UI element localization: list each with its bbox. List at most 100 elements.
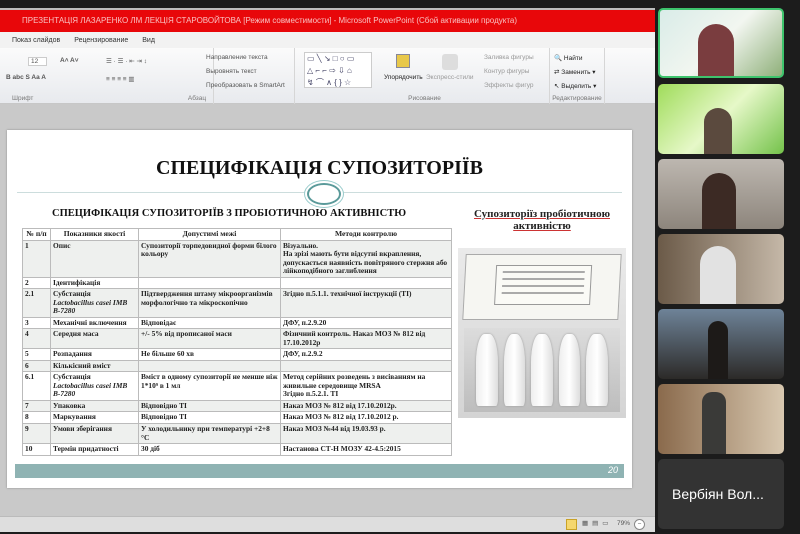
participant-video-4[interactable] bbox=[658, 234, 784, 304]
row-limits bbox=[138, 359, 281, 373]
row-number-text: 9 bbox=[25, 424, 29, 433]
table-row: 10 Термін придатності 30 діб Настанова СТ-Н… bbox=[22, 443, 452, 456]
align-icons[interactable]: ≡ ≡ ≡ ≡ ▥ bbox=[106, 75, 135, 83]
participant-video-5[interactable] bbox=[658, 309, 784, 379]
row-number-text: 1 bbox=[25, 240, 29, 250]
shapes-gallery[interactable]: ▭ ╲ ↘ □ ○ ▭ △ ⌐ ⌐ ⇨ ⇩ ⌂ ↯ ⌒ ∧ { } ☆ bbox=[304, 52, 372, 88]
menu-view[interactable]: Вид bbox=[142, 37, 155, 44]
row-limits: Вміст в одному супозиторії не менше ніж … bbox=[138, 371, 281, 401]
participant-video-3[interactable] bbox=[658, 159, 784, 229]
select-button[interactable]: ↖ Выделить ▾ bbox=[554, 82, 596, 90]
find-button[interactable]: 🔍 Найти bbox=[554, 54, 582, 62]
row-method bbox=[280, 276, 452, 290]
shape-outline-button[interactable]: Контур фигуры bbox=[484, 68, 529, 75]
row-limits-text: У холодильнику при температурі +2+8 °С bbox=[141, 424, 270, 442]
row-indicator: Середня маса bbox=[50, 328, 139, 350]
row-method: ДФУ, п.2.9.20 bbox=[280, 316, 452, 330]
row-limits-text: Відповідно ТІ bbox=[141, 412, 187, 422]
editing-group-label: Редактирование bbox=[552, 95, 602, 102]
row-method-text: Фізичний контроль. Наказ МОЗ № 812 від 1… bbox=[283, 329, 426, 347]
header-limits: Допустимі межі bbox=[138, 228, 281, 241]
table-row: 2.1 Субстанція Lactobacillus casei IMB B-7… bbox=[22, 288, 452, 318]
row-method: ДФУ, п.2.9.2 bbox=[280, 348, 452, 361]
table-row: 3 Механічні включення Відповідає ДФУ, п.2.9… bbox=[22, 316, 452, 330]
row-limits: У холодильнику при температурі +2+8 °С bbox=[138, 422, 281, 445]
participant-video-2[interactable] bbox=[658, 84, 784, 154]
row-indicator: Умови зберігання bbox=[50, 422, 139, 445]
person-silhouette bbox=[704, 108, 732, 154]
participant-name-tile[interactable]: Вербіян Вол... bbox=[658, 459, 784, 529]
shape-fill-button[interactable]: Заливка фигуры bbox=[484, 54, 534, 61]
row-number-text: 5 bbox=[25, 349, 29, 359]
table-title: СПЕЦИФІКАЦІЯ СУПОЗИТОРІЇВ З ПРОБІОТИЧНОЮ… bbox=[52, 208, 407, 219]
suppository-photo bbox=[458, 248, 626, 418]
person-silhouette bbox=[700, 246, 736, 304]
smartart-button[interactable]: Преобразовать в SmartArt bbox=[206, 82, 285, 89]
replace-label: Заменить bbox=[561, 69, 591, 76]
participant-video-6[interactable] bbox=[658, 384, 784, 454]
quick-styles-button[interactable]: Экспресс-стили bbox=[426, 74, 474, 81]
row-number: 6 bbox=[22, 359, 51, 373]
person-silhouette bbox=[702, 392, 726, 454]
row-limits bbox=[138, 276, 281, 290]
grow-font-icon[interactable]: A˄ A˅ bbox=[60, 57, 79, 64]
row-number: 6.1 bbox=[22, 371, 51, 401]
ribbon: 12 A˄ A˅ B abc S Aa A Шрифт ☰ · ☰ · ⇤ ⇥ … bbox=[0, 48, 655, 104]
row-number-text: 6.1 bbox=[25, 372, 35, 382]
row-method: Фізичний контроль. Наказ МОЗ № 812 від 1… bbox=[280, 328, 452, 350]
row-limits: Супозиторії торпедовидної форми білого к… bbox=[138, 239, 281, 278]
row-number-text: 8 bbox=[25, 412, 29, 422]
row-limits-text: Не більше 60 хв bbox=[141, 349, 194, 359]
row-limits: Відповідно ТІ bbox=[138, 399, 281, 413]
drawing-group: ▭ ╲ ↘ □ ○ ▭ △ ⌐ ⌐ ⇨ ⇩ ⌂ ↯ ⌒ ∧ { } ☆ Упоряд… bbox=[300, 48, 550, 104]
list-icons[interactable]: ☰ · ☰ · ⇤ ⇥ ↕ bbox=[106, 57, 147, 65]
menu-slideshow[interactable]: Показ слайдов bbox=[12, 37, 60, 44]
shape-effects-button[interactable]: Эффекты фигур bbox=[484, 82, 534, 89]
zoom-out-button[interactable]: − bbox=[634, 519, 645, 530]
arrange-button[interactable]: Упорядочить bbox=[384, 74, 423, 81]
row-method-text: Настанова СТ-Н МОЗУ 42-4.5:2015 bbox=[283, 444, 401, 454]
row-limits: Не більше 60 хв bbox=[138, 348, 281, 361]
row-method: Наказ МОЗ №44 від 19.03.93 р. bbox=[280, 422, 452, 445]
row-limits-text: +/- 5% від прописаної маси bbox=[141, 329, 232, 339]
row-method: Візуально. На зрізі мають бути відсутні … bbox=[280, 239, 452, 278]
row-indicator-text: Кількісний вміст bbox=[53, 360, 111, 370]
arrange-icon bbox=[396, 54, 410, 68]
select-label: Выделить bbox=[561, 83, 592, 90]
table-row: 5 Розпадання Не більше 60 хв ДФУ, п.2.9.2 bbox=[22, 348, 452, 361]
zoom-level[interactable]: 79% bbox=[617, 520, 630, 527]
menu-review[interactable]: Рецензирование bbox=[74, 37, 128, 44]
row-number: 10 bbox=[22, 443, 51, 456]
view-buttons[interactable]: ▦▤▭ bbox=[582, 519, 612, 527]
row-limits: Відповідає bbox=[138, 316, 281, 330]
format-buttons[interactable]: B abc S Aa A bbox=[6, 74, 46, 81]
row-indicator-text: Ідентифікація bbox=[53, 277, 101, 287]
replace-button[interactable]: ⇄ Заменить ▾ bbox=[554, 68, 596, 76]
font-size-select[interactable]: 12 bbox=[28, 57, 48, 66]
normal-view-button[interactable] bbox=[566, 519, 577, 530]
row-indicator-text: Умови зберігання bbox=[53, 424, 112, 433]
row-indicator-text: Упаковка bbox=[53, 400, 86, 410]
drawing-group-label: Рисование bbox=[408, 95, 441, 102]
quick-styles-icon bbox=[442, 54, 458, 70]
row-indicator: Розпадання bbox=[50, 348, 139, 361]
row-limits-text: Супозиторії торпедовидної форми білого к… bbox=[141, 240, 277, 259]
row-method-text: Метод серійних розведень з висіванням на… bbox=[283, 372, 426, 399]
row-indicator-text: Термін придатності bbox=[53, 444, 119, 454]
participant-video-1[interactable] bbox=[658, 8, 784, 78]
align-text-button[interactable]: Выровнять текст bbox=[206, 68, 257, 75]
row-limits-text: Вміст в одному супозиторії не менше ніж … bbox=[141, 372, 278, 390]
row-indicator-text: Середня маса bbox=[53, 329, 99, 339]
slide-footer-bar bbox=[15, 464, 624, 478]
row-method-text: ДФУ, п.2.9.20 bbox=[283, 317, 327, 327]
row-number-text: 7 bbox=[25, 400, 29, 410]
row-method-text: Наказ МОЗ № 812 від 17.10.2012р. bbox=[283, 400, 397, 410]
find-label: Найти bbox=[563, 55, 583, 62]
row-indicator: Маркування bbox=[50, 411, 139, 424]
row-number-text: 2 bbox=[25, 277, 29, 287]
row-indicator: Опис bbox=[50, 239, 139, 278]
text-direction-button[interactable]: Направление текста bbox=[206, 54, 268, 61]
row-number-text: 10 bbox=[25, 444, 33, 454]
paragraph-group: ☰ · ☰ · ⇤ ⇥ ↕ ≡ ≡ ≡ ≡ ▥ Направление текс… bbox=[100, 48, 295, 104]
strain-name: Lactobacillus casei IMB B-7280 bbox=[53, 297, 128, 316]
